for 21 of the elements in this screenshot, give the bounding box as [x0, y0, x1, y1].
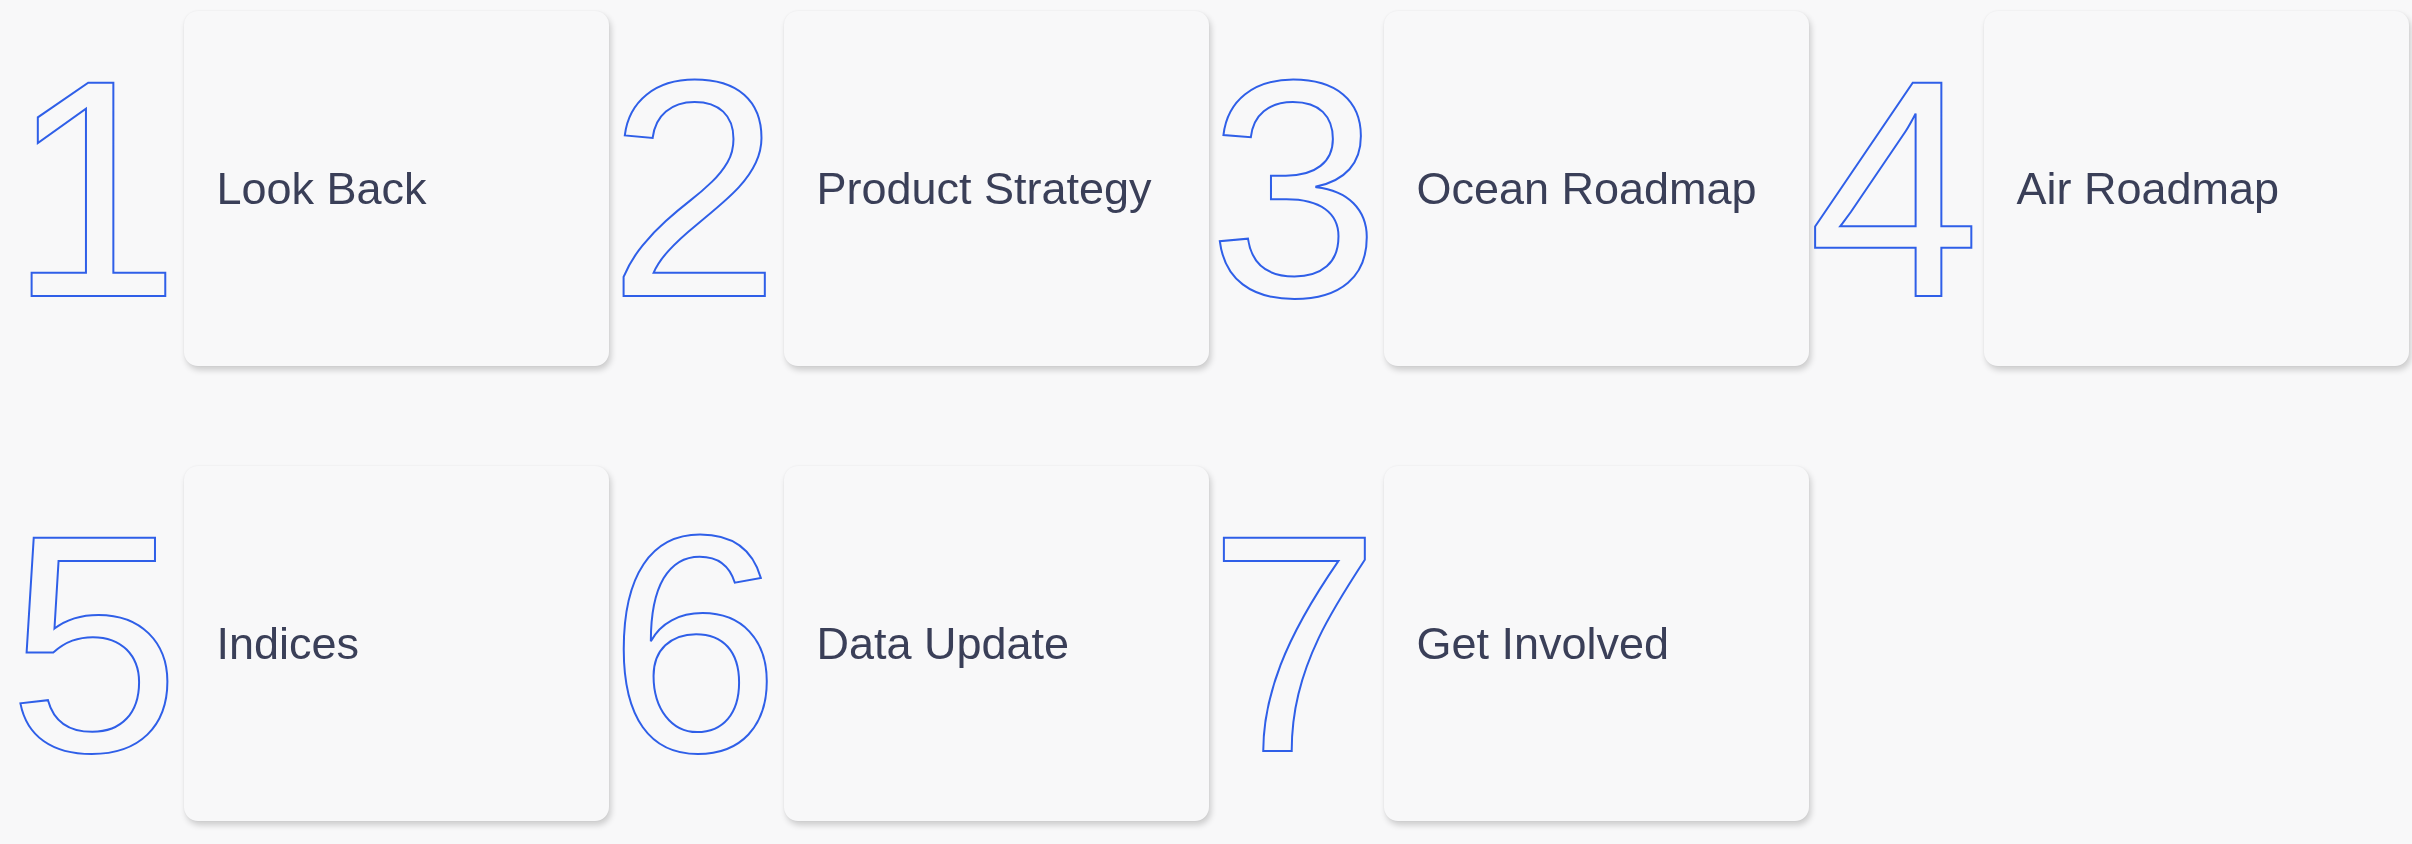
section-card[interactable]: Data Update [784, 466, 1210, 821]
section-number: 4 [1808, 64, 1981, 313]
section-number: 6 [608, 519, 781, 768]
section-card[interactable]: Look Back [184, 11, 610, 366]
section-title: Product Strategy [816, 161, 1152, 216]
section-card[interactable]: Air Roadmap [1984, 11, 2410, 366]
section-number: 7 [1208, 519, 1381, 768]
section-number: 5 [8, 519, 181, 768]
section-number: 2 [608, 64, 781, 313]
section-title: Indices [216, 616, 359, 671]
section-title: Get Involved [1416, 616, 1670, 671]
section-card[interactable]: Indices [184, 466, 610, 821]
section-title: Air Roadmap [2016, 161, 2280, 216]
section-card[interactable]: Ocean Roadmap [1384, 11, 1810, 366]
section-title: Ocean Roadmap [1416, 161, 1757, 216]
section-card[interactable]: Product Strategy [784, 11, 1210, 366]
section-number: 1 [8, 64, 181, 313]
section-title: Data Update [816, 616, 1070, 671]
section-title: Look Back [216, 161, 427, 216]
section-number: 3 [1208, 64, 1381, 313]
section-card[interactable]: Get Involved [1384, 466, 1810, 821]
